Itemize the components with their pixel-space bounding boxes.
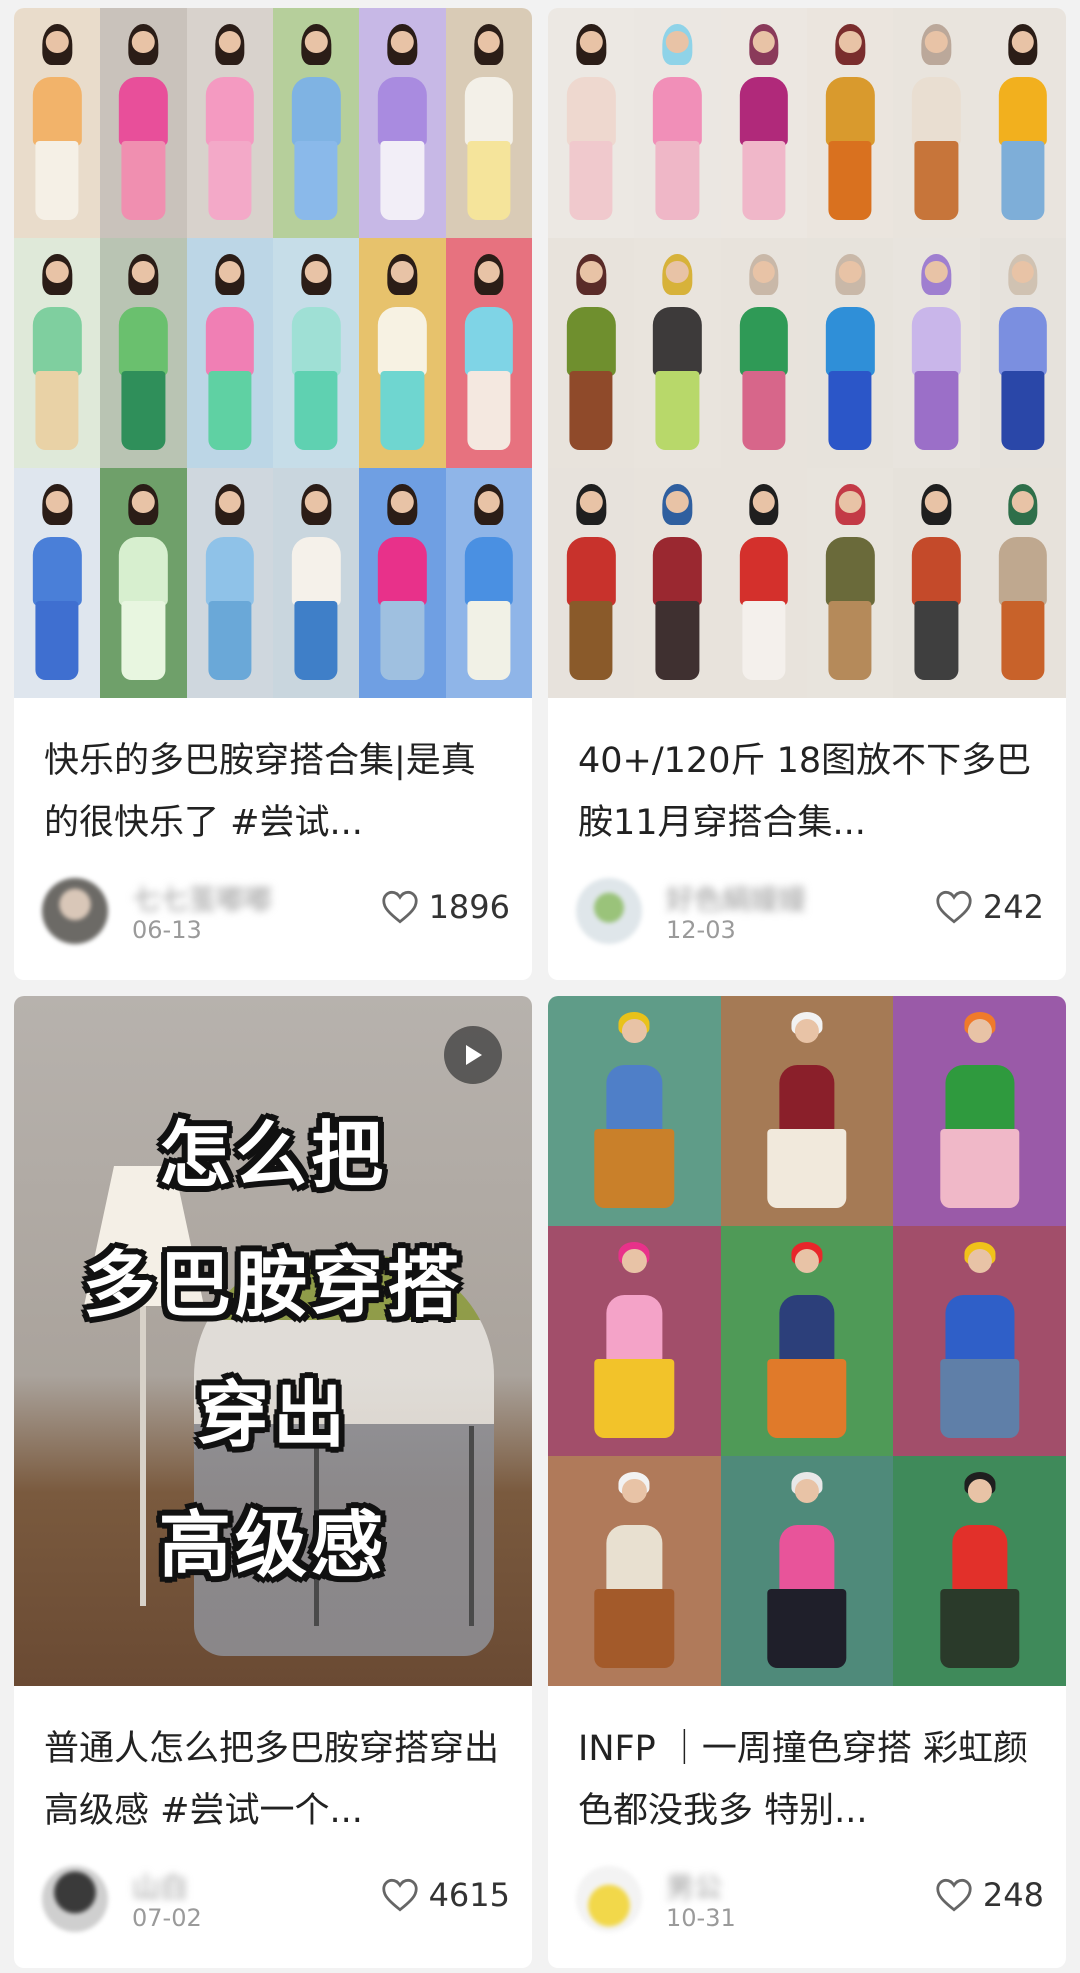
post-title[interactable]: 普通人怎么把多巴胺穿搭穿出高级感 #尝试一个...: [44, 1718, 510, 1842]
username[interactable]: 好色絹嫚嫚: [666, 878, 806, 918]
like-count: 248: [982, 1876, 1044, 1914]
heart-icon: [381, 890, 418, 924]
avatar[interactable]: [42, 878, 108, 944]
post-card[interactable]: 快乐的多巴胺穿搭合集|是真的很快乐了 #尝试... 七七茧嘟嘟 06-13 18…: [14, 8, 532, 980]
post-title[interactable]: 40+/120斤 18图放不下多巴胺11月穿搭合集...: [578, 730, 1044, 854]
username[interactable]: 男公: [666, 1866, 722, 1906]
post-cover-image[interactable]: [548, 996, 1066, 1686]
post-cover-image[interactable]: [548, 8, 1066, 698]
cover-text-line: 高级感: [158, 1503, 387, 1587]
heart-icon: [936, 890, 972, 924]
post-cover-video[interactable]: 怎么把 多巴胺穿搭 穿出 高级感: [14, 996, 532, 1686]
post-date: 10-31: [666, 1904, 736, 1932]
post-meta: 好色絹嫚嫚 12-03 242: [576, 878, 1044, 948]
username[interactable]: 山白: [132, 1866, 188, 1906]
play-button[interactable]: [444, 1026, 502, 1084]
post-title[interactable]: 快乐的多巴胺穿搭合集|是真的很快乐了 #尝试...: [44, 730, 510, 854]
avatar[interactable]: [576, 878, 642, 944]
like-button[interactable]: 4615: [381, 1876, 510, 1914]
like-button[interactable]: 248: [935, 1876, 1044, 1914]
avatar[interactable]: [576, 1866, 642, 1932]
post-meta: 男公 10-31 248: [576, 1866, 1044, 1936]
like-button[interactable]: 1896: [381, 888, 510, 926]
username[interactable]: 七七茧嘟嘟: [132, 878, 272, 918]
cover-text-line: 穿出: [196, 1373, 349, 1457]
heart-icon: [381, 1878, 418, 1912]
like-count: 242: [982, 888, 1044, 926]
heart-icon: [936, 1878, 972, 1912]
post-title[interactable]: INFP ｜一周撞色穿搭 彩虹颜色都没我多 特别...: [578, 1718, 1044, 1842]
post-card[interactable]: INFP ｜一周撞色穿搭 彩虹颜色都没我多 特别... 男公 10-31 248: [548, 996, 1066, 1968]
post-date: 12-03: [666, 916, 736, 944]
like-button[interactable]: 242: [935, 888, 1044, 926]
post-date: 07-02: [132, 1904, 202, 1932]
like-count: 1896: [428, 888, 510, 926]
post-date: 06-13: [132, 916, 202, 944]
post-card[interactable]: 怎么把 多巴胺穿搭 穿出 高级感 普通人怎么把多巴胺穿搭穿出高级感 #尝试一个.…: [14, 996, 532, 1968]
avatar[interactable]: [42, 1866, 108, 1932]
post-meta: 七七茧嘟嘟 06-13 1896: [42, 878, 510, 948]
like-count: 4615: [428, 1876, 510, 1914]
post-cover-image[interactable]: [14, 8, 532, 698]
play-icon: [466, 1045, 482, 1065]
cover-text-line: 多巴胺穿搭: [82, 1243, 463, 1327]
post-meta: 山白 07-02 4615: [42, 1866, 510, 1936]
post-card[interactable]: 40+/120斤 18图放不下多巴胺11月穿搭合集... 好色絹嫚嫚 12-03…: [548, 8, 1066, 980]
cover-text-line: 怎么把: [158, 1113, 387, 1197]
